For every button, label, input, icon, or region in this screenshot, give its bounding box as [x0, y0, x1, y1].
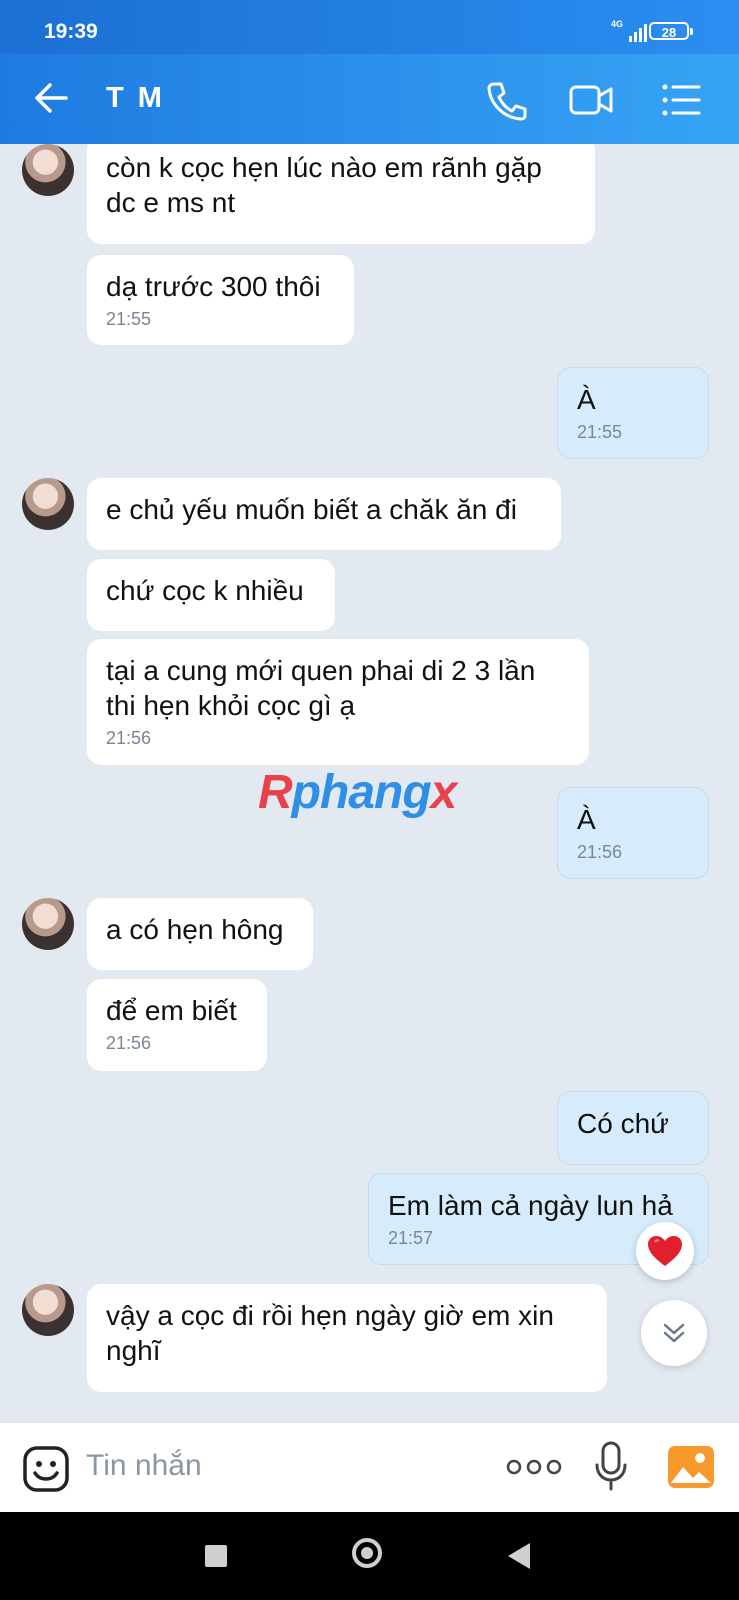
message-text: À: [577, 384, 596, 415]
status-time: 19:39: [44, 20, 98, 43]
nav-back-icon[interactable]: [508, 1543, 530, 1569]
message-outgoing[interactable]: Có chứ: [557, 1091, 709, 1165]
message-text: chứ cọc k nhiều: [106, 575, 304, 606]
menu-list-icon[interactable]: [658, 78, 704, 122]
message-text: tại a cung mới quen phai di 2 3 lần thi …: [106, 655, 536, 721]
more-options-icon[interactable]: [506, 1455, 562, 1479]
double-chevron-down-icon: [663, 1323, 685, 1343]
message-composer: Tin nhắn: [0, 1422, 739, 1513]
message-text: còn k cọc hẹn lúc nào em rãnh gặp dc e m…: [106, 152, 542, 218]
chat-header: T M: [0, 54, 739, 144]
message-time: 21:56: [106, 1033, 152, 1053]
message-text: a có hẹn hông: [106, 914, 284, 945]
message-text: Có chứ: [577, 1108, 669, 1139]
message-time: 21:56: [106, 728, 152, 748]
avatar[interactable]: [22, 144, 74, 196]
message-incoming[interactable]: a có hẹn hông: [87, 898, 313, 970]
avatar[interactable]: [22, 898, 74, 950]
video-call-icon[interactable]: [568, 78, 614, 122]
network-type: 4G: [610, 19, 623, 29]
message-incoming[interactable]: để em biết 21:56: [87, 979, 267, 1071]
message-time: 21:55: [106, 309, 152, 329]
contact-name[interactable]: T M: [106, 82, 165, 115]
message-outgoing[interactable]: À 21:56: [557, 787, 709, 879]
message-time: 21:56: [577, 842, 623, 862]
message-outgoing[interactable]: À 21:55: [557, 367, 709, 459]
message-text: À: [577, 804, 596, 835]
message-text: vậy a cọc đi rồi hẹn ngày giờ em xin ngh…: [106, 1300, 554, 1366]
emoji-sticker-icon[interactable]: [22, 1445, 70, 1493]
recent-apps-icon[interactable]: [205, 1545, 227, 1567]
system-nav-bar: [0, 1512, 739, 1600]
message-incoming[interactable]: chứ cọc k nhiều: [87, 559, 335, 631]
message-text: e chủ yếu muốn biết a chăk ăn đi: [106, 494, 517, 525]
message-incoming[interactable]: dạ trước 300 thôi 21:55: [87, 255, 354, 345]
home-icon[interactable]: [352, 1538, 382, 1568]
scroll-down-button[interactable]: [641, 1300, 707, 1366]
watermark-logo: Rphangx: [258, 766, 457, 819]
microphone-icon[interactable]: [594, 1441, 628, 1491]
signal-icon: [629, 20, 647, 42]
back-arrow-icon[interactable]: [30, 76, 74, 120]
avatar[interactable]: [22, 478, 74, 530]
message-time: 21:55: [577, 422, 623, 442]
message-incoming[interactable]: tại a cung mới quen phai di 2 3 lần thi …: [87, 639, 589, 765]
message-incoming[interactable]: e chủ yếu muốn biết a chăk ăn đi: [87, 478, 561, 550]
phone-icon[interactable]: [484, 78, 530, 122]
battery-level: 28: [661, 25, 677, 40]
message-text: để em biết: [106, 995, 237, 1026]
status-bar: 19:39 4G 28: [0, 0, 739, 54]
avatar[interactable]: [22, 1284, 74, 1336]
image-gallery-icon[interactable]: [667, 1445, 715, 1489]
message-incoming[interactable]: vậy a cọc đi rồi hẹn ngày giờ em xin ngh…: [87, 1284, 607, 1392]
message-text: Em làm cả ngày lun hả: [388, 1190, 673, 1221]
message-text: dạ trước 300 thôi: [106, 271, 321, 302]
battery-icon: 28: [649, 22, 693, 40]
message-input[interactable]: Tin nhắn: [86, 1449, 202, 1483]
heart-reaction-icon[interactable]: [636, 1222, 694, 1280]
message-incoming[interactable]: còn k cọc hẹn lúc nào em rãnh gặp dc e m…: [87, 144, 595, 244]
